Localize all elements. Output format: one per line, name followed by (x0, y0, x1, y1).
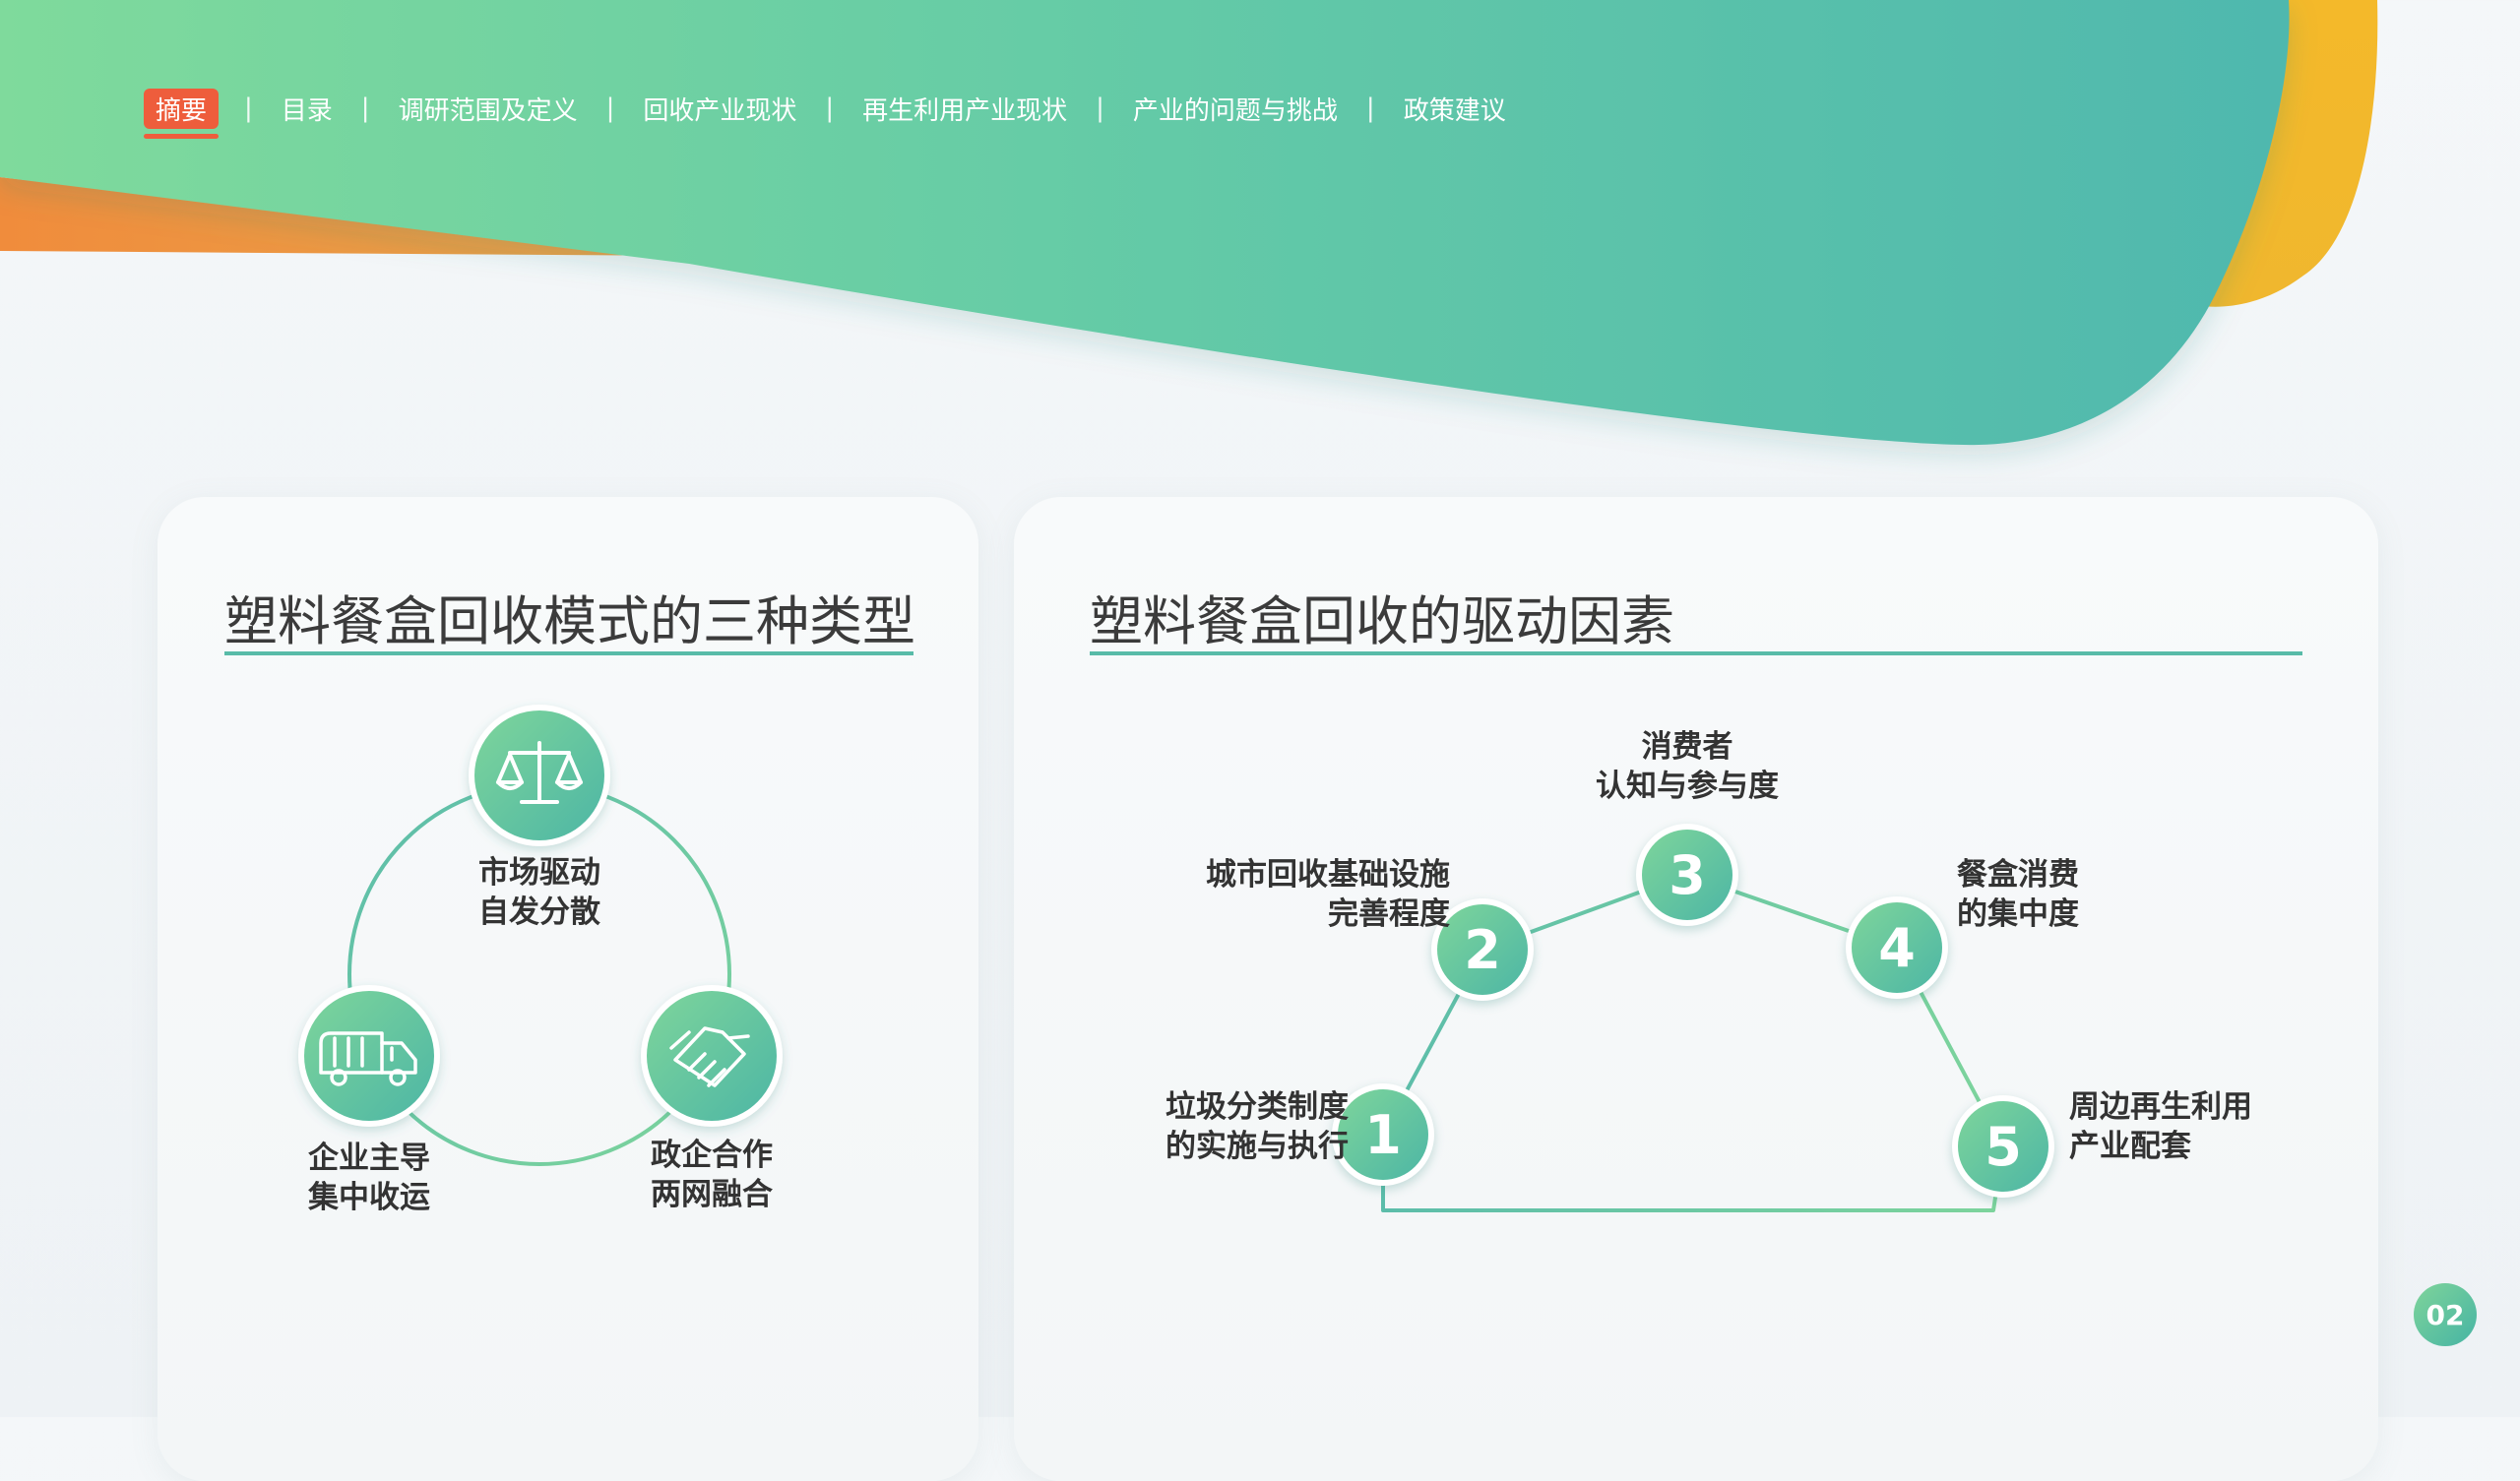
factor-label-line1: 城市回收基础设施 (1206, 857, 1450, 893)
mode-label-market: 市场驱动 自发分散 (461, 853, 618, 932)
mode-label-enterprise: 企业主导 集中收运 (290, 1139, 448, 1217)
nav-separator: | (244, 93, 253, 123)
factors-path-diagram (1381, 873, 2005, 1212)
factor-number: 5 (1958, 1101, 2048, 1192)
mode-node-enterprise (298, 985, 440, 1127)
nav-separator: | (1365, 93, 1375, 123)
factor-number: 2 (1437, 904, 1528, 995)
mode-label-line1: 市场驱动 (478, 855, 600, 891)
nav-tab-contents[interactable]: 目录 (279, 91, 336, 127)
nav-tab-reuse-status[interactable]: 再生利用产业现状 (859, 91, 1070, 127)
mode-label-line1: 企业主导 (308, 1141, 430, 1176)
factor-label-4: 餐盒消费 的集中度 (1957, 855, 2252, 934)
factor-label-line2: 的集中度 (1957, 896, 2079, 932)
mode-label-government: 政企合作 两网融合 (633, 1136, 790, 1214)
factor-label-line2: 完善程度 (1328, 896, 1450, 932)
nav-separator: | (1096, 93, 1104, 123)
factor-node-4: 4 (1846, 896, 1948, 999)
factor-label-line2: 的实施与执行 (1166, 1129, 1349, 1164)
mode-label-line1: 政企合作 (651, 1138, 773, 1173)
nav-tab-summary[interactable]: 摘要 (144, 88, 220, 139)
factor-label-line1: 消费者 (1641, 729, 1733, 765)
nav-tab-scope[interactable]: 调研范围及定义 (396, 91, 581, 127)
factor-node-3: 3 (1636, 824, 1738, 926)
mode-label-line2: 自发分散 (478, 895, 600, 930)
recycling-modes-card: 塑料餐盒回收模式的三种类型 市场驱动 自发分散 企业主导 集中收运 政企合作 两… (158, 497, 978, 1481)
factor-label-line1: 餐盒消费 (1957, 857, 2079, 893)
factor-label-3: 消费者 认知与参与度 (1540, 727, 1835, 806)
factor-label-line1: 垃圾分类制度 (1166, 1089, 1349, 1125)
factor-label-2: 城市回收基础设施 完善程度 (1063, 855, 1450, 934)
factor-node-5: 5 (1952, 1095, 2054, 1198)
nav-tab-policy[interactable]: 政策建议 (1401, 91, 1509, 127)
factor-label-line2: 产业配套 (2069, 1129, 2191, 1164)
nav-tab-challenges[interactable]: 产业的问题与挑战 (1130, 91, 1341, 127)
factor-label-1: 垃圾分类制度 的实施与执行 (1053, 1087, 1349, 1166)
mode-label-line2: 两网融合 (651, 1177, 773, 1212)
mode-node-market (469, 705, 610, 846)
factor-number: 3 (1642, 830, 1732, 920)
modes-cycle-diagram (298, 705, 783, 1166)
factor-label-line2: 认知与参与度 (1596, 769, 1779, 804)
factor-number: 4 (1852, 902, 1942, 993)
nav-separator: | (360, 93, 370, 123)
mode-node-government (641, 985, 783, 1127)
page-number-badge: 02 (2414, 1283, 2477, 1346)
top-navigation: 摘要 | 目录 | 调研范围及定义 | 回收产业现状 | 再生利用产业现状 | … (144, 87, 1509, 139)
nav-tab-recycling-status[interactable]: 回收产业现状 (640, 91, 799, 127)
factor-label-line1: 周边再生利用 (2069, 1089, 2252, 1125)
factor-number: 1 (1338, 1089, 1428, 1180)
nav-separator: | (825, 93, 835, 123)
mode-label-line2: 集中收运 (308, 1180, 430, 1215)
nav-separator: | (605, 93, 615, 123)
driving-factors-card: 塑料餐盒回收的驱动因素 12345 垃圾分类制度 的实施与执行 城市回收基础设施… (1014, 497, 2378, 1481)
factor-label-5: 周边再生利用 产业配套 (2069, 1087, 2364, 1166)
